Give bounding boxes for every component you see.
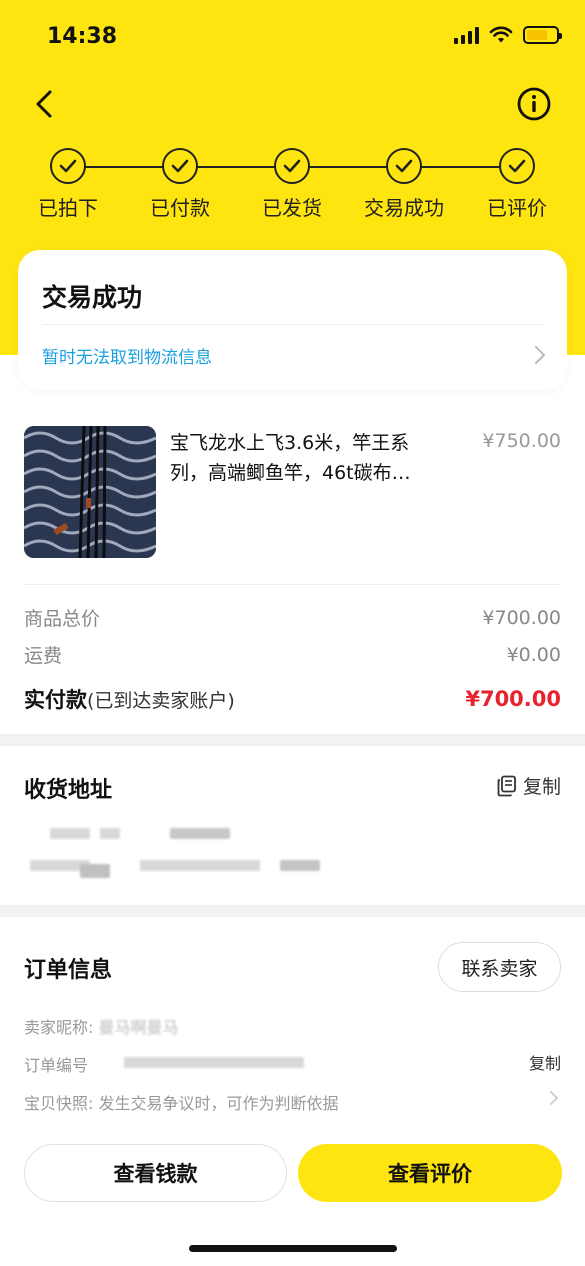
order-status-title: 交易成功	[42, 283, 143, 312]
wifi-icon	[489, 26, 513, 43]
section-gap	[0, 905, 585, 917]
progress-step: 已拍下	[13, 148, 123, 221]
copy-order-number-button[interactable]: 复制	[529, 1050, 561, 1074]
product-item[interactable]: 宝飞龙水上飞3.6米，竿王系列，高端鲫鱼竿，46t碳布… ¥750.00	[24, 426, 561, 560]
address-title: 收货地址	[24, 778, 113, 803]
chevron-left-icon	[36, 90, 52, 118]
paid-value: ¥700.00	[465, 687, 561, 711]
snapshot-value: 发生交易争议时，可作为判断依据	[98, 1094, 339, 1113]
divider	[24, 584, 561, 585]
copy-address-button[interactable]: 复制	[497, 772, 561, 799]
shipping-label: 运费	[24, 645, 63, 667]
copy-icon	[497, 775, 516, 796]
check-icon	[386, 148, 422, 184]
home-indicator	[189, 1245, 397, 1252]
order-info-title: 订单信息	[24, 958, 113, 983]
view-payment-button[interactable]: 查看钱款	[24, 1144, 287, 1202]
order-number-row: 订单编号	[24, 1052, 561, 1076]
view-review-button[interactable]: 查看评价	[298, 1144, 562, 1202]
logistics-row[interactable]: 暂时无法取到物流信息	[42, 338, 547, 372]
info-button[interactable]	[516, 86, 552, 122]
copy-label: 复制	[522, 776, 561, 798]
step-label: 已发货	[262, 196, 322, 220]
step-label: 交易成功	[364, 196, 444, 220]
step-label: 已付款	[150, 196, 210, 220]
back-button[interactable]	[28, 84, 64, 124]
section-gap	[0, 734, 585, 746]
check-icon	[50, 148, 86, 184]
progress-step: 已发货	[237, 148, 347, 221]
info-icon	[517, 87, 551, 121]
seller-value: 曼马啊曼马	[98, 1018, 179, 1037]
paid-label: 实付款(已到达卖家账户)	[24, 688, 235, 712]
paid-row: 实付款(已到达卖家账户) ¥700.00	[24, 684, 561, 714]
product-title: 宝飞龙水上飞3.6米，竿王系列，高端鲫鱼竿，46t碳布…	[170, 432, 411, 484]
order-number-label: 订单编号	[24, 1056, 89, 1075]
paid-note: (已到达卖家账户)	[87, 690, 235, 712]
total-price-row: 商品总价 ¥700.00	[24, 604, 561, 631]
seller-label: 卖家昵称:	[24, 1018, 94, 1037]
progress-step: 已评价	[462, 148, 572, 221]
logistics-text: 暂时无法取到物流信息	[42, 347, 212, 368]
battery-icon	[523, 26, 562, 44]
total-price-label: 商品总价	[24, 608, 101, 630]
divider	[42, 324, 543, 325]
order-progress: 已拍下 已付款 已发货 交易成功 已评价	[0, 146, 585, 220]
signal-icon	[454, 26, 479, 44]
product-thumbnail	[24, 426, 156, 558]
status-time: 14:38	[47, 24, 118, 49]
progress-step: 已付款	[125, 148, 235, 221]
status-icons	[454, 26, 562, 44]
status-card: 交易成功 暂时无法取到物流信息	[18, 250, 567, 390]
status-bar: 14:38	[0, 0, 585, 74]
progress-step: 交易成功	[349, 148, 459, 221]
check-icon	[162, 148, 198, 184]
step-label: 已拍下	[38, 196, 98, 220]
shipping-value: ¥0.00	[506, 643, 561, 666]
check-icon	[274, 148, 310, 184]
snapshot-label: 宝贝快照:	[24, 1094, 94, 1113]
contact-seller-button[interactable]: 联系卖家	[438, 942, 561, 992]
total-price-value: ¥700.00	[482, 606, 561, 629]
check-icon	[499, 148, 535, 184]
seller-nickname-row: 卖家昵称: 曼马啊曼马	[24, 1014, 561, 1038]
product-price: ¥750.00	[482, 430, 561, 452]
shipping-row: 运费 ¥0.00	[24, 641, 561, 668]
chevron-right-icon	[550, 1091, 559, 1105]
order-number-redacted	[124, 1057, 304, 1068]
snapshot-row[interactable]: 宝贝快照: 发生交易争议时，可作为判断依据	[24, 1090, 561, 1114]
step-label: 已评价	[487, 196, 547, 220]
chevron-right-icon	[535, 346, 545, 364]
